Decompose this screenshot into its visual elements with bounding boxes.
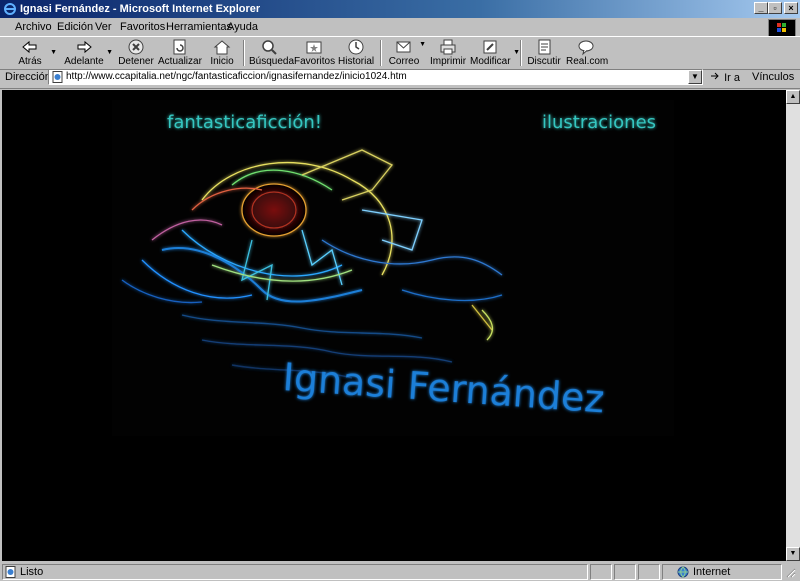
stop-button[interactable]: Detener <box>117 37 155 69</box>
link-fantasticaficcion[interactable]: fantasticaficción! <box>167 112 322 133</box>
go-arrow-icon <box>711 72 719 80</box>
menu-edicion[interactable]: Edición <box>54 20 96 34</box>
search-button[interactable]: Búsqueda <box>249 37 294 69</box>
home-icon <box>213 40 231 55</box>
discuss-icon <box>538 39 551 55</box>
window-title: Ignasi Fernández - Microsoft Internet Ex… <box>20 3 261 15</box>
realcom-icon <box>578 40 594 56</box>
close-button[interactable]: × <box>784 2 798 14</box>
security-zone-cell: Internet <box>662 564 782 580</box>
forward-button[interactable]: Adelante ▼ <box>62 37 113 69</box>
status-bar: Listo Internet <box>0 563 800 581</box>
address-label: Dirección <box>5 71 51 83</box>
status-text: Listo <box>20 566 44 578</box>
realcom-button[interactable]: Real.com <box>566 37 608 69</box>
favorites-icon <box>306 41 322 54</box>
status-cell-blank-1 <box>590 564 612 580</box>
history-button[interactable]: Historial <box>338 37 374 69</box>
back-button[interactable]: Atrás ▼ <box>10 37 57 69</box>
menu-bar: Archivo Edición Ver Favoritos Herramient… <box>0 18 800 37</box>
menu-favoritos[interactable]: Favoritos <box>117 20 168 34</box>
windows-logo-icon <box>768 19 796 37</box>
menu-archivo[interactable]: Archivo <box>12 20 55 34</box>
links-button[interactable]: Vínculos <box>752 71 794 83</box>
minimize-button[interactable]: _ <box>754 2 768 14</box>
page-content: fantasticaficción! ilustraciones Ignasi … <box>2 90 786 561</box>
artwork-canvas: fantasticaficción! ilustraciones Ignasi … <box>112 100 674 436</box>
link-ilustraciones[interactable]: ilustraciones <box>542 112 656 133</box>
menu-ver[interactable]: Ver <box>92 20 115 34</box>
globe-icon <box>677 566 689 578</box>
resize-grip-icon[interactable] <box>784 566 796 578</box>
edit-icon <box>483 40 497 54</box>
mail-button[interactable]: Correo ▼ <box>386 37 426 69</box>
address-bar: Dirección http://www.ccapitalia.net/ngc/… <box>0 68 800 89</box>
status-cell-blank-2 <box>614 564 636 580</box>
status-cell-blank-3 <box>638 564 660 580</box>
forward-dropdown-icon[interactable]: ▼ <box>106 49 113 56</box>
scroll-up-button[interactable]: ▲ <box>786 90 800 104</box>
print-icon <box>440 39 456 55</box>
zone-label: Internet <box>693 566 731 578</box>
go-button[interactable]: Ir a <box>710 71 740 84</box>
edit-button[interactable]: Modificar ▼ <box>470 37 520 69</box>
page-icon <box>52 71 63 83</box>
menu-ayuda[interactable]: Ayuda <box>224 20 261 34</box>
stop-icon <box>128 39 144 55</box>
page-done-icon <box>5 566 16 578</box>
search-icon <box>262 40 277 55</box>
scroll-down-button[interactable]: ▼ <box>786 547 800 561</box>
history-icon <box>348 39 364 55</box>
favorites-button[interactable]: Favoritos <box>294 37 335 69</box>
vertical-scrollbar[interactable]: ▲ ▼ <box>786 90 800 561</box>
back-arrow-icon <box>22 40 37 54</box>
address-url: http://www.ccapitalia.net/ngc/fantastica… <box>66 71 407 82</box>
mail-dropdown-icon[interactable]: ▼ <box>419 41 426 48</box>
standard-toolbar: Atrás ▼ Adelante ▼ Detener Actualizar In… <box>0 36 800 70</box>
title-bar: Ignasi Fernández - Microsoft Internet Ex… <box>0 0 800 18</box>
edit-dropdown-icon[interactable]: ▼ <box>513 49 520 56</box>
back-dropdown-icon[interactable]: ▼ <box>50 49 57 56</box>
address-input[interactable]: http://www.ccapitalia.net/ngc/fantastica… <box>48 69 703 85</box>
mail-icon <box>396 41 411 53</box>
discuss-button[interactable]: Discutir <box>524 37 564 69</box>
home-button[interactable]: Inicio <box>206 37 238 69</box>
maximize-button[interactable]: ▫ <box>768 2 782 14</box>
ie-logo-icon <box>4 3 16 15</box>
print-button[interactable]: Imprimir <box>430 37 466 69</box>
status-text-cell: Listo <box>2 564 588 580</box>
refresh-button[interactable]: Actualizar <box>158 37 202 69</box>
address-dropdown-icon[interactable]: ▼ <box>688 70 702 84</box>
refresh-icon <box>173 39 186 55</box>
forward-arrow-icon <box>77 40 92 54</box>
